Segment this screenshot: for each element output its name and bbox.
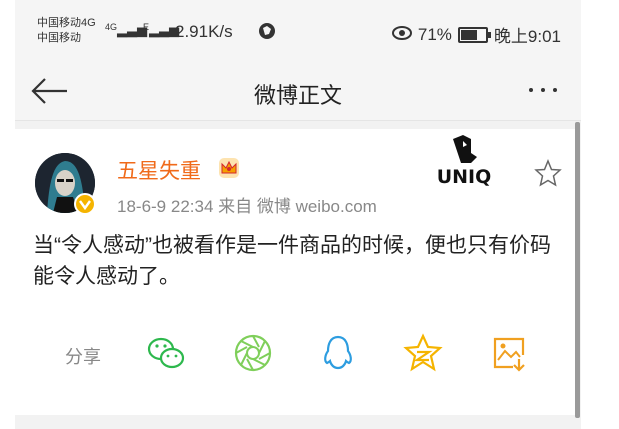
signal-e-icon: E▂▃▅: [143, 22, 180, 37]
phone-screen: 中国移动4G 中国移动 4G▂▃▅ E▂▃▅ 2.91K/s 71% 晚上9:0…: [15, 0, 581, 429]
more-icon[interactable]: [529, 80, 565, 100]
username[interactable]: 五星失重: [117, 155, 201, 185]
signal-4g-icon: 4G▂▃▅: [105, 22, 148, 37]
star-icon[interactable]: [534, 159, 562, 187]
status-right: 71% 晚上9:01: [391, 22, 561, 47]
post-card: 五星失重 18-6-9 22:34 来自 微博 weibo.com UNIQ 当…: [15, 129, 575, 415]
qzone-icon[interactable]: [403, 333, 443, 373]
scrollbar[interactable]: [575, 122, 580, 418]
share-label: 分享: [65, 347, 101, 367]
save-image-icon[interactable]: [489, 333, 529, 373]
clock: 晚上9:01: [493, 27, 561, 46]
battery-percent: 71%: [417, 24, 452, 44]
vpn-icon: [258, 22, 276, 45]
carrier-line-2: 中国移动: [37, 32, 81, 44]
moments-icon[interactable]: [233, 333, 273, 373]
qq-icon[interactable]: [318, 333, 358, 373]
verified-badge-icon: [74, 193, 96, 215]
crown-icon: [218, 157, 240, 179]
eye-icon: [391, 25, 412, 45]
net-speed: 2.91K/s: [175, 22, 233, 41]
post-meta: 18-6-9 22:34 来自 微博 weibo.com: [117, 197, 377, 216]
battery-icon: [457, 26, 491, 43]
wechat-icon[interactable]: [146, 333, 186, 373]
carrier-line-1: 中国移动4G: [37, 17, 96, 29]
page-title: 微博正文: [253, 83, 342, 108]
carrier-info: 中国移动4G 中国移动: [37, 16, 96, 46]
post-text: 当“令人感动”也被看作是一件商品的时候，便也只有价码能令人感动了。: [33, 234, 551, 288]
brand-logo-uniq: UNIQ: [431, 135, 497, 191]
status-bar: 中国移动4G 中国移动 4G▂▃▅ E▂▃▅ 2.91K/s 71% 晚上9:0…: [15, 0, 581, 62]
svg-text:UNIQ: UNIQ: [437, 166, 492, 188]
nav-bar: 微博正文: [15, 62, 581, 121]
